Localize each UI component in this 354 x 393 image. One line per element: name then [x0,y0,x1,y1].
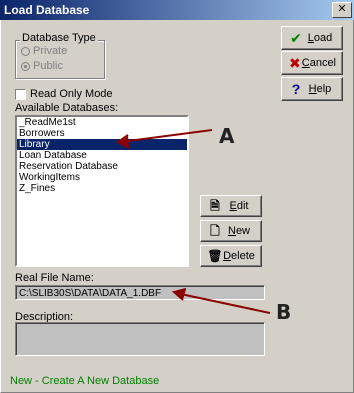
arrow-a-icon [116,129,213,149]
annotation-overlay [116,129,271,314]
annotation-a: A [219,124,235,148]
arrow-b-icon [171,288,271,314]
annotation-b: B [276,300,292,324]
